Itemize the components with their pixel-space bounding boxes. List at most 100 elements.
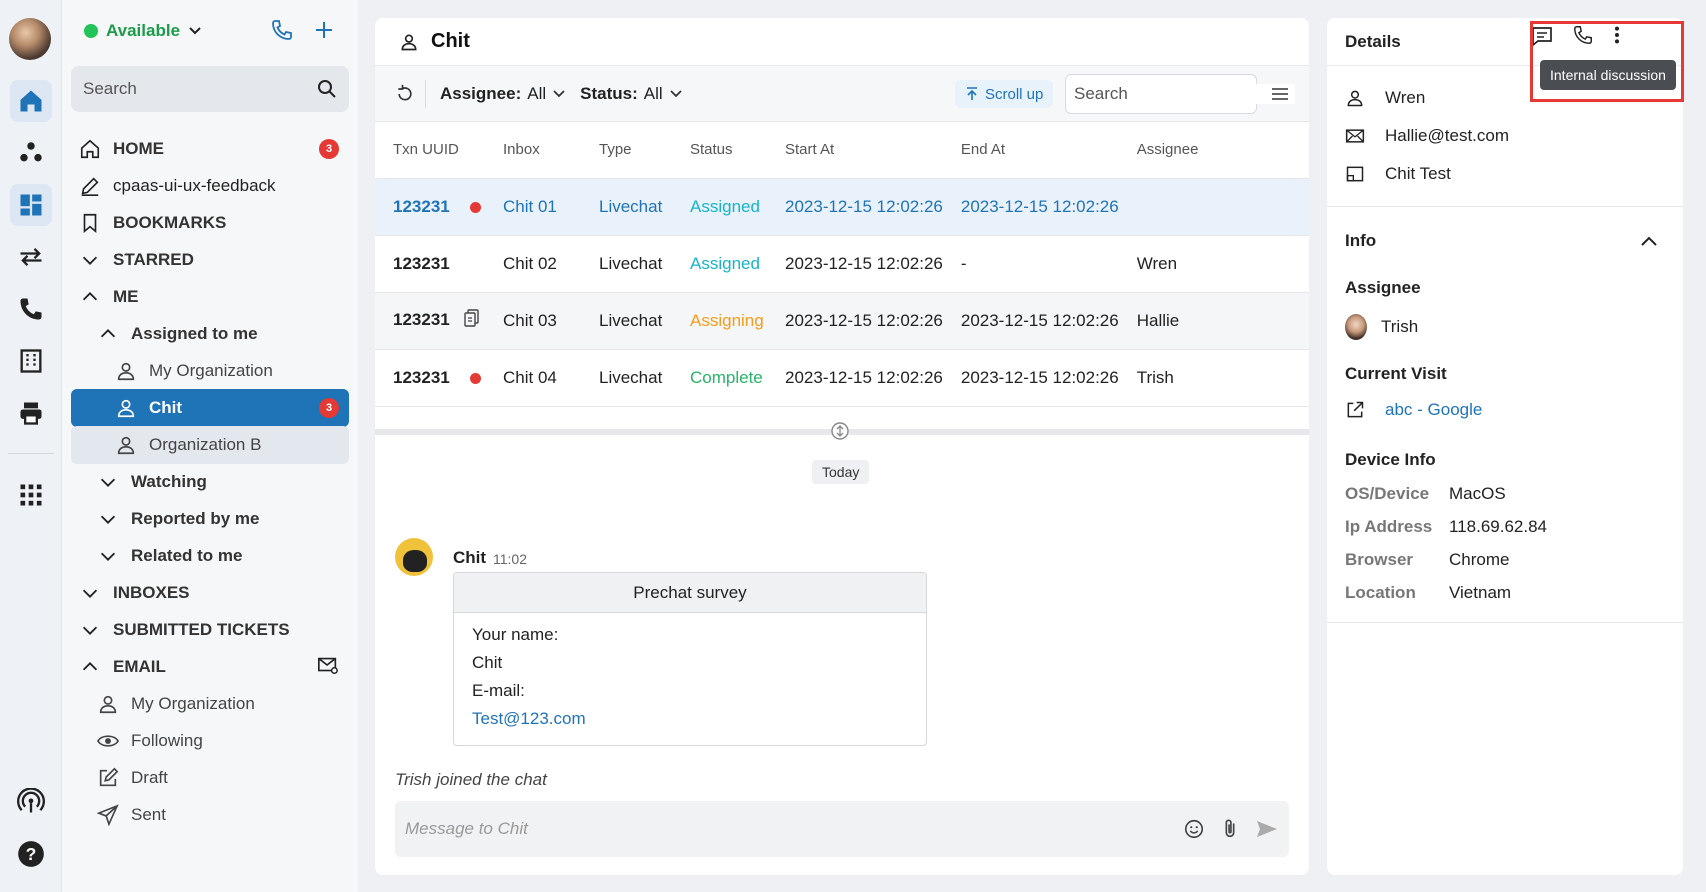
send-icon xyxy=(97,804,119,826)
sidebar-item-related-to-me[interactable]: Related to me xyxy=(71,537,349,575)
broadcast-rail-button[interactable] xyxy=(10,781,52,823)
resize-handle-icon[interactable] xyxy=(830,421,850,441)
sidebar-item-label: cpaas-ui-ux-feedback xyxy=(113,176,276,195)
unread-badge: 3 xyxy=(319,139,339,159)
user-avatar[interactable] xyxy=(9,18,51,60)
calls-rail-button[interactable] xyxy=(10,288,52,330)
sidebar-item-email-my-organization[interactable]: My Organization xyxy=(71,685,349,723)
sidebar-item-email[interactable]: EMAIL xyxy=(71,648,349,686)
assignee-name: Trish xyxy=(1381,317,1419,336)
device-row: Browser Chrome xyxy=(1345,550,1509,570)
phone-icon[interactable] xyxy=(270,18,294,42)
arrows-icon xyxy=(20,248,42,266)
column-header[interactable]: Status xyxy=(672,122,767,179)
apps-rail-button[interactable] xyxy=(10,474,52,516)
contact-email: Hallie@test.com xyxy=(1385,126,1510,145)
sidebar-search-input[interactable] xyxy=(83,79,317,99)
chevron-down-icon xyxy=(82,626,98,635)
date-divider: Today xyxy=(812,460,870,484)
sidebar-item-organization-b[interactable]: Organization B xyxy=(71,426,349,464)
device-key: Location xyxy=(1345,583,1416,602)
sidebar-item-sent[interactable]: Sent xyxy=(71,796,349,834)
rail-divider xyxy=(8,453,54,454)
sidebar-item-bookmarks[interactable]: BOOKMARKS xyxy=(71,204,349,242)
directory-rail-button[interactable] xyxy=(10,340,52,382)
grid-icon xyxy=(20,484,42,506)
sidebar-item-draft[interactable]: Draft xyxy=(71,759,349,797)
broadcast-icon xyxy=(17,788,45,813)
sidebar-item-me[interactable]: ME xyxy=(71,278,349,316)
scroll-up-button[interactable]: Scroll up xyxy=(955,80,1054,108)
home-icon xyxy=(20,90,42,112)
sidebar-item-label: INBOXES xyxy=(113,583,190,602)
column-header[interactable]: Start At xyxy=(767,122,943,179)
survey-email-link[interactable]: Test@123.com xyxy=(472,705,908,733)
send-icon[interactable] xyxy=(1255,817,1279,841)
message-input[interactable] xyxy=(405,819,1169,839)
paperclip-icon[interactable] xyxy=(1219,818,1241,840)
chevron-up-icon[interactable] xyxy=(1639,232,1659,252)
sidebar-item-following[interactable]: Following xyxy=(71,722,349,760)
info-title: Info xyxy=(1345,231,1377,250)
sidebar-item-chit[interactable]: Chit 3 xyxy=(71,389,349,427)
sidebar-item-home[interactable]: HOME 3 xyxy=(71,130,349,168)
message-time: 11:02 xyxy=(493,551,527,567)
assignee-cell: Trish xyxy=(1118,349,1309,407)
status-cell: Assigning xyxy=(672,292,767,350)
status-filter-label: Status: xyxy=(580,83,638,103)
column-header[interactable]: Inbox xyxy=(485,122,581,179)
sidebar-item-my-organization[interactable]: My Organization xyxy=(71,352,349,390)
column-header[interactable]: Txn UUID xyxy=(375,122,485,179)
card-title: Prechat survey xyxy=(454,573,926,613)
print-rail-button[interactable] xyxy=(10,392,52,434)
table-search-input[interactable] xyxy=(1074,84,1295,104)
end-cell: 2023-12-15 12:02:26 xyxy=(942,349,1119,407)
plus-icon[interactable] xyxy=(312,18,336,42)
table-row[interactable]: 123231 Chit 02 Livechat Assigned 2023-12… xyxy=(375,235,1309,293)
end-cell: 2023-12-15 12:02:26 xyxy=(942,178,1119,236)
contact-name: Wren xyxy=(1385,88,1426,107)
sidebar-item-watching[interactable]: Watching xyxy=(71,463,349,501)
refresh-icon[interactable] xyxy=(395,84,415,104)
sidebar-item-label: My Organization xyxy=(131,694,255,713)
sidebar: Available HOME 3 cpaas-ui-ux-feedback BO… xyxy=(62,0,358,892)
table-row[interactable]: 123231 Chit 01 Livechat Assigned 2023-12… xyxy=(375,178,1309,236)
sidebar-item-reported-by-me[interactable]: Reported by me xyxy=(71,500,349,538)
printer-icon xyxy=(20,402,42,425)
sidebar-item-feedback[interactable]: cpaas-ui-ux-feedback xyxy=(71,167,349,205)
survey-line: E-mail: xyxy=(472,681,525,700)
search-icon[interactable] xyxy=(317,79,337,99)
txn-uuid: 123231 xyxy=(393,309,450,329)
sidebar-item-label: Chit xyxy=(149,398,183,417)
contacts-rail-button[interactable] xyxy=(10,132,52,174)
table-row[interactable]: 123231 Chit 04 Livechat Complete 2023-12… xyxy=(375,349,1309,407)
status-cell: Assigned xyxy=(672,178,767,236)
sidebar-item-assigned-to-me[interactable]: Assigned to me xyxy=(71,315,349,353)
inbox-cell: Chit 04 xyxy=(485,349,581,407)
table-row[interactable]: 123231 Chit 03 Livechat Assigning 2023-1… xyxy=(375,292,1309,350)
column-header[interactable]: End At xyxy=(942,122,1119,179)
inbox-cell: Chit 01 xyxy=(485,178,581,236)
contact-source-row: Chit Test xyxy=(1345,164,1451,184)
column-header[interactable]: Type xyxy=(581,122,672,179)
column-header[interactable]: Assignee xyxy=(1118,122,1309,179)
availability-dropdown[interactable]: Available xyxy=(84,21,202,41)
home-outline-icon xyxy=(80,139,100,159)
assignee-filter[interactable]: Assignee: All xyxy=(440,84,566,104)
help-rail-button[interactable]: ? xyxy=(10,833,52,875)
transfer-rail-button[interactable] xyxy=(10,236,52,278)
dashboard-rail-button[interactable] xyxy=(10,184,52,226)
status-filter[interactable]: Status: All xyxy=(580,84,683,104)
phone-icon xyxy=(20,298,42,320)
home-rail-button[interactable] xyxy=(10,80,52,122)
sidebar-item-inboxes[interactable]: INBOXES xyxy=(71,574,349,612)
column-menu-icon[interactable] xyxy=(1270,84,1290,104)
emoji-icon[interactable] xyxy=(1183,818,1205,840)
visit-link[interactable]: abc - Google xyxy=(1385,400,1482,420)
visit-row: abc - Google xyxy=(1345,400,1482,420)
assignee-cell: Wren xyxy=(1118,235,1309,293)
sidebar-item-submitted-tickets[interactable]: SUBMITTED TICKETS xyxy=(71,611,349,649)
mail-settings-icon[interactable] xyxy=(317,654,339,676)
sidebar-item-starred[interactable]: STARRED xyxy=(71,241,349,279)
device-row: OS/Device MacOS xyxy=(1345,484,1506,504)
